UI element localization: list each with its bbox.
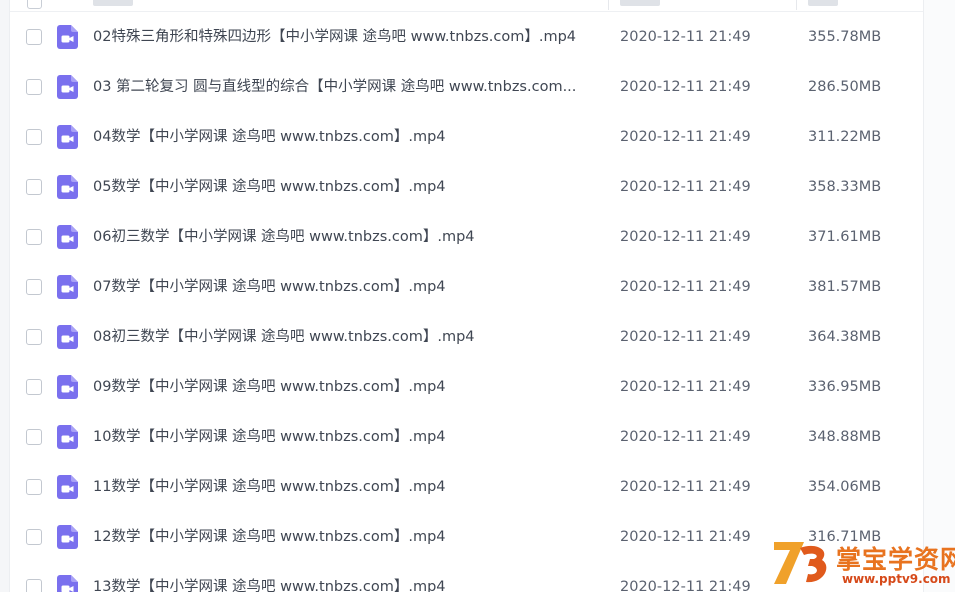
video-file-icon	[57, 375, 78, 399]
video-file-icon	[57, 225, 78, 249]
file-name[interactable]: 03 第二轮复习 圆与直线型的综合【中小学网课 途鸟吧 www.tnbzs.co…	[93, 78, 598, 96]
file-modified-date: 2020-12-11 21:49	[620, 279, 751, 295]
video-file-icon	[57, 75, 78, 99]
row-checkbox[interactable]	[26, 179, 42, 195]
row-checkbox[interactable]	[26, 29, 42, 45]
file-name[interactable]: 13数学【中小学网课 途鸟吧 www.tnbzs.com】.mp4	[93, 578, 598, 592]
file-row[interactable]: 07数学【中小学网课 途鸟吧 www.tnbzs.com】.mp4 2020-1…	[10, 262, 923, 312]
file-size: 311.22MB	[808, 129, 882, 145]
file-modified-date: 2020-12-11 21:49	[620, 129, 751, 145]
file-row[interactable]: 09数学【中小学网课 途鸟吧 www.tnbzs.com】.mp4 2020-1…	[10, 362, 923, 412]
video-file-icon	[57, 425, 78, 449]
file-row[interactable]: 04数学【中小学网课 途鸟吧 www.tnbzs.com】.mp4 2020-1…	[10, 112, 923, 162]
file-row[interactable]: 05数学【中小学网课 途鸟吧 www.tnbzs.com】.mp4 2020-1…	[10, 162, 923, 212]
file-modified-date: 2020-12-11 21:49	[620, 529, 751, 545]
column-divider[interactable]	[608, 0, 609, 10]
file-name[interactable]: 12数学【中小学网课 途鸟吧 www.tnbzs.com】.mp4	[93, 528, 598, 546]
file-modified-date: 2020-12-11 21:49	[620, 29, 751, 45]
select-all-checkbox[interactable]	[27, 0, 42, 9]
row-checkbox[interactable]	[26, 329, 42, 345]
file-size: 358.33MB	[808, 179, 882, 195]
row-checkbox[interactable]	[26, 529, 42, 545]
file-size: 336.95MB	[808, 379, 882, 395]
watermark-url: www.pptv9.com	[842, 572, 951, 586]
row-checkbox[interactable]	[26, 579, 42, 592]
file-name[interactable]: 08初三数学【中小学网课 途鸟吧 www.tnbzs.com】.mp4	[93, 328, 598, 346]
file-row[interactable]: 11数学【中小学网课 途鸟吧 www.tnbzs.com】.mp4 2020-1…	[10, 462, 923, 512]
row-checkbox[interactable]	[26, 79, 42, 95]
file-row[interactable]: 08初三数学【中小学网课 途鸟吧 www.tnbzs.com】.mp4 2020…	[10, 312, 923, 362]
video-file-icon	[57, 325, 78, 349]
file-list-header	[10, 0, 923, 12]
watermark-logo-icon	[770, 538, 832, 588]
row-checkbox[interactable]	[26, 129, 42, 145]
file-modified-date: 2020-12-11 21:49	[620, 379, 751, 395]
video-file-icon	[57, 525, 78, 549]
file-size: 355.78MB	[808, 29, 882, 45]
right-panel-edge	[923, 0, 955, 592]
watermark-title: 掌宝学资网	[836, 545, 955, 574]
file-modified-date: 2020-12-11 21:49	[620, 329, 751, 345]
file-modified-date: 2020-12-11 21:49	[620, 579, 751, 592]
file-name[interactable]: 02特殊三角形和特殊四边形【中小学网课 途鸟吧 www.tnbzs.com】.m…	[93, 28, 598, 46]
video-file-icon	[57, 25, 78, 49]
file-modified-date: 2020-12-11 21:49	[620, 229, 751, 245]
file-name[interactable]: 10数学【中小学网课 途鸟吧 www.tnbzs.com】.mp4	[93, 428, 598, 446]
video-file-icon	[57, 275, 78, 299]
file-size: 381.57MB	[808, 279, 882, 295]
file-row[interactable]: 06初三数学【中小学网课 途鸟吧 www.tnbzs.com】.mp4 2020…	[10, 212, 923, 262]
column-divider[interactable]	[796, 0, 797, 10]
video-file-icon	[57, 125, 78, 149]
row-checkbox[interactable]	[26, 379, 42, 395]
file-name[interactable]: 09数学【中小学网课 途鸟吧 www.tnbzs.com】.mp4	[93, 378, 598, 396]
file-modified-date: 2020-12-11 21:49	[620, 179, 751, 195]
file-size: 371.61MB	[808, 229, 882, 245]
file-size: 286.50MB	[808, 79, 882, 95]
row-checkbox[interactable]	[26, 279, 42, 295]
file-name[interactable]: 05数学【中小学网课 途鸟吧 www.tnbzs.com】.mp4	[93, 178, 598, 196]
file-size: 354.06MB	[808, 479, 882, 495]
file-modified-date: 2020-12-11 21:49	[620, 79, 751, 95]
row-checkbox[interactable]	[26, 479, 42, 495]
file-size: 364.38MB	[808, 329, 882, 345]
file-modified-date: 2020-12-11 21:49	[620, 479, 751, 495]
file-name[interactable]: 07数学【中小学网课 途鸟吧 www.tnbzs.com】.mp4	[93, 278, 598, 296]
video-file-icon	[57, 475, 78, 499]
row-checkbox[interactable]	[26, 229, 42, 245]
column-header-date[interactable]	[620, 0, 660, 6]
video-file-icon	[57, 175, 78, 199]
file-modified-date: 2020-12-11 21:49	[620, 429, 751, 445]
file-name[interactable]: 04数学【中小学网课 途鸟吧 www.tnbzs.com】.mp4	[93, 128, 598, 146]
file-row[interactable]: 02特殊三角形和特殊四边形【中小学网课 途鸟吧 www.tnbzs.com】.m…	[10, 12, 923, 62]
video-file-icon	[57, 575, 78, 592]
column-header-size[interactable]	[808, 0, 838, 6]
file-row[interactable]: 03 第二轮复习 圆与直线型的综合【中小学网课 途鸟吧 www.tnbzs.co…	[10, 62, 923, 112]
file-list: 02特殊三角形和特殊四边形【中小学网课 途鸟吧 www.tnbzs.com】.m…	[10, 12, 923, 592]
row-checkbox[interactable]	[26, 429, 42, 445]
column-header-name[interactable]	[93, 0, 133, 6]
file-size: 348.88MB	[808, 429, 882, 445]
file-name[interactable]: 06初三数学【中小学网课 途鸟吧 www.tnbzs.com】.mp4	[93, 228, 598, 246]
site-watermark: 掌宝学资网 www.pptv9.com	[768, 536, 955, 592]
file-name[interactable]: 11数学【中小学网课 途鸟吧 www.tnbzs.com】.mp4	[93, 478, 598, 496]
left-panel-edge	[0, 0, 10, 592]
file-row[interactable]: 10数学【中小学网课 途鸟吧 www.tnbzs.com】.mp4 2020-1…	[10, 412, 923, 462]
